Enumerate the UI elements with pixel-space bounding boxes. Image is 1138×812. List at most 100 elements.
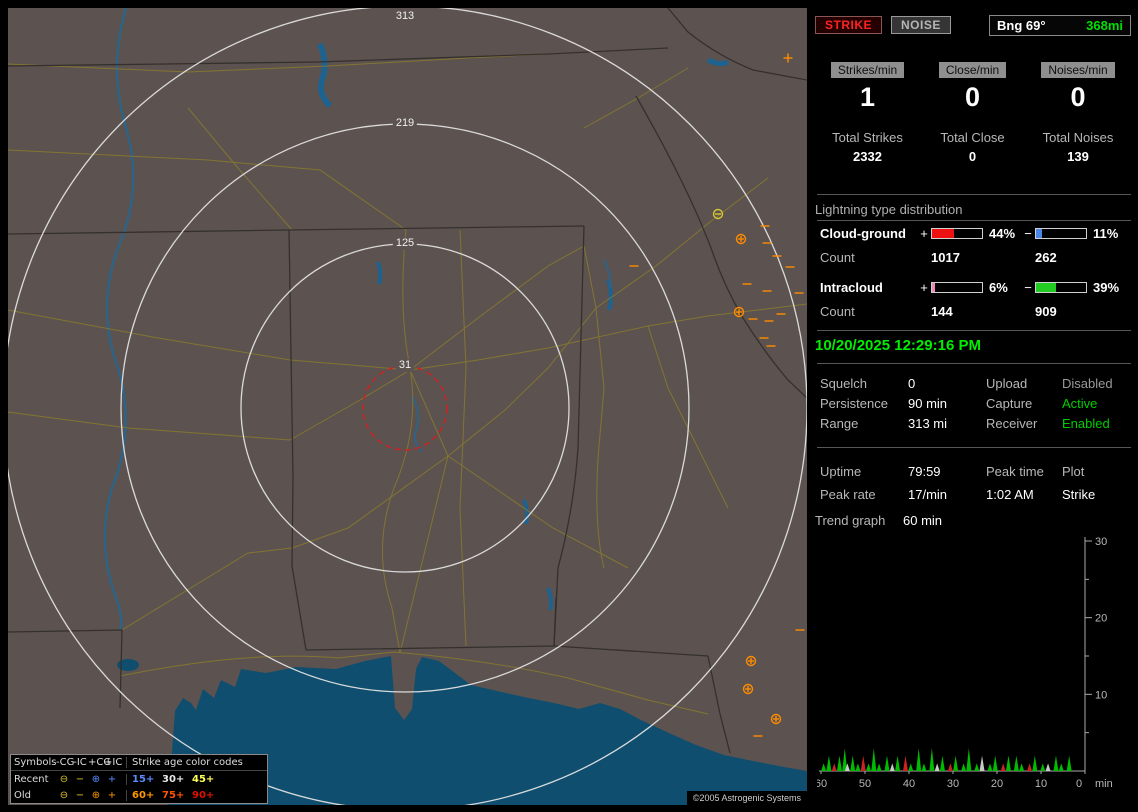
range-ring-label-31: 31 xyxy=(396,359,414,372)
range-ring-label-125: 125 xyxy=(393,237,417,250)
plus-sign: + xyxy=(917,226,931,241)
squelch-value: 0 xyxy=(908,374,986,394)
settings-grid: Squelch 0 Upload Disabled Persistence 90… xyxy=(820,374,1132,434)
peak-rate-label: Peak rate xyxy=(820,483,908,506)
recent-neg-ic-icon: − xyxy=(72,774,88,785)
old-neg-ic-icon: − xyxy=(72,790,88,801)
cg-negative-bar xyxy=(1035,228,1087,239)
plot-label: Plot xyxy=(1062,460,1132,483)
persistence-label: Persistence xyxy=(820,394,908,414)
capture-status: Active xyxy=(1062,394,1132,414)
old-pos-cg-icon: ⊕ xyxy=(88,790,104,801)
count-label: Count xyxy=(820,250,917,265)
svg-text:20: 20 xyxy=(1095,613,1107,625)
svg-text:40: 40 xyxy=(903,778,915,790)
age-code-15: 15+ xyxy=(132,774,162,785)
peak-time-label: Peak time xyxy=(986,460,1062,483)
trend-window-value: 60 min xyxy=(903,513,1131,528)
recent-neg-cg-icon: ⊖ xyxy=(56,774,72,785)
separator xyxy=(817,330,1131,331)
close-per-min-header[interactable]: Close/min xyxy=(939,62,1006,78)
separator xyxy=(817,194,1131,195)
noise-mode-button[interactable]: NOISE xyxy=(891,16,951,34)
noises-per-min-header[interactable]: Noises/min xyxy=(1041,62,1114,78)
total-strikes-value: 2332 xyxy=(815,149,920,164)
total-close-value: 0 xyxy=(920,149,1025,164)
receiver-status: Enabled xyxy=(1062,414,1132,434)
age-code-60: 60+ xyxy=(132,790,162,801)
separator xyxy=(817,447,1131,448)
total-labels: Total Strikes Total Close Total Noises xyxy=(815,130,1131,145)
svg-text:30: 30 xyxy=(947,778,959,790)
squelch-label: Squelch xyxy=(820,374,908,394)
total-strikes-label: Total Strikes xyxy=(815,130,920,145)
svg-text:20: 20 xyxy=(991,778,1003,790)
noises-per-min-value: 0 xyxy=(1025,82,1131,113)
cloud-ground-row: Cloud-ground + 44% − 11% xyxy=(820,226,1126,241)
status-sidebar: STRIKE NOISE Bng 69° 368mi Strikes/min C… xyxy=(815,8,1131,805)
trend-graph-header: Trend graph 60 min xyxy=(815,513,1131,528)
total-noises-label: Total Noises xyxy=(1025,130,1131,145)
lightning-map-panel[interactable]: 313 219 125 31 Symbols -CG -IC +CG +IC S… xyxy=(8,8,807,805)
capture-label: Capture xyxy=(986,394,1062,414)
peak-rate-value: 17/min xyxy=(908,483,986,506)
age-code-30: 30+ xyxy=(162,774,192,785)
minus-sign: − xyxy=(1021,226,1035,241)
separator xyxy=(817,363,1131,364)
copyright-notice: ©2005 Astrogenic Systems xyxy=(687,791,807,805)
cloud-ground-count-row: Count 1017 262 xyxy=(820,250,1126,265)
separator xyxy=(817,220,1131,221)
strike-mode-button[interactable]: STRIKE xyxy=(815,16,882,34)
legend-type-neg-ic: -IC xyxy=(72,757,88,768)
legend-recent-label: Recent xyxy=(14,774,56,785)
receiver-label: Receiver xyxy=(986,414,1062,434)
old-neg-cg-icon: ⊖ xyxy=(56,790,72,801)
count-label: Count xyxy=(820,304,917,319)
current-datetime: 10/20/2025 12:29:16 PM xyxy=(815,337,1131,354)
trend-graph: 3020106050403020100min xyxy=(817,535,1129,801)
age-code-90: 90+ xyxy=(192,790,222,801)
uptime-value: 79:59 xyxy=(908,460,986,483)
minus-sign: − xyxy=(1021,280,1035,295)
cloud-ground-label: Cloud-ground xyxy=(820,226,917,241)
recent-pos-cg-icon: ⊕ xyxy=(88,774,104,785)
legend-type-pos-cg: +CG xyxy=(88,757,104,768)
svg-text:60: 60 xyxy=(817,778,827,790)
legend-type-neg-cg: -CG xyxy=(56,757,72,768)
age-code-75: 75+ xyxy=(162,790,192,801)
ic-negative-pct: 39% xyxy=(1088,280,1126,295)
close-per-min-value: 0 xyxy=(920,82,1025,113)
svg-text:min: min xyxy=(1095,778,1113,790)
rate-headers: Strikes/min Close/min Noises/min xyxy=(815,62,1131,78)
old-pos-ic-icon: + xyxy=(104,790,120,801)
cg-positive-bar xyxy=(931,228,983,239)
ic-positive-count: 144 xyxy=(931,304,984,319)
legend-type-pos-ic: +IC xyxy=(104,757,120,768)
recent-pos-ic-icon: + xyxy=(104,774,120,785)
map-legend: Symbols -CG -IC +CG +IC Strike age color… xyxy=(10,754,268,804)
bearing-indicator: Bng 69° 368mi xyxy=(989,15,1131,36)
total-noises-value: 139 xyxy=(1025,149,1131,164)
svg-text:10: 10 xyxy=(1095,689,1107,701)
strikes-per-min-header[interactable]: Strikes/min xyxy=(831,62,904,78)
age-code-45: 45+ xyxy=(192,774,222,785)
range-value: 313 mi xyxy=(908,414,986,434)
peak-time-value: 1:02 AM xyxy=(986,483,1062,506)
rate-values: 1 0 0 xyxy=(815,82,1131,113)
range-ring-label-219: 219 xyxy=(393,117,417,130)
legend-old-label: Old xyxy=(14,790,56,801)
range-label: Range xyxy=(820,414,908,434)
intracloud-label: Intracloud xyxy=(820,280,917,295)
uptime-label: Uptime xyxy=(820,460,908,483)
cg-negative-pct: 11% xyxy=(1088,226,1126,241)
cg-negative-count: 262 xyxy=(1035,250,1088,265)
strikes-per-min-value: 1 xyxy=(815,82,920,113)
ic-negative-count: 909 xyxy=(1035,304,1088,319)
svg-text:0: 0 xyxy=(1076,778,1082,790)
svg-text:30: 30 xyxy=(1095,536,1107,548)
intracloud-row: Intracloud + 6% − 39% xyxy=(820,280,1126,295)
svg-text:10: 10 xyxy=(1035,778,1047,790)
distribution-title: Lightning type distribution xyxy=(815,202,1131,217)
bearing-range: 368mi xyxy=(1086,18,1123,33)
plot-value: Strike xyxy=(1062,483,1132,506)
